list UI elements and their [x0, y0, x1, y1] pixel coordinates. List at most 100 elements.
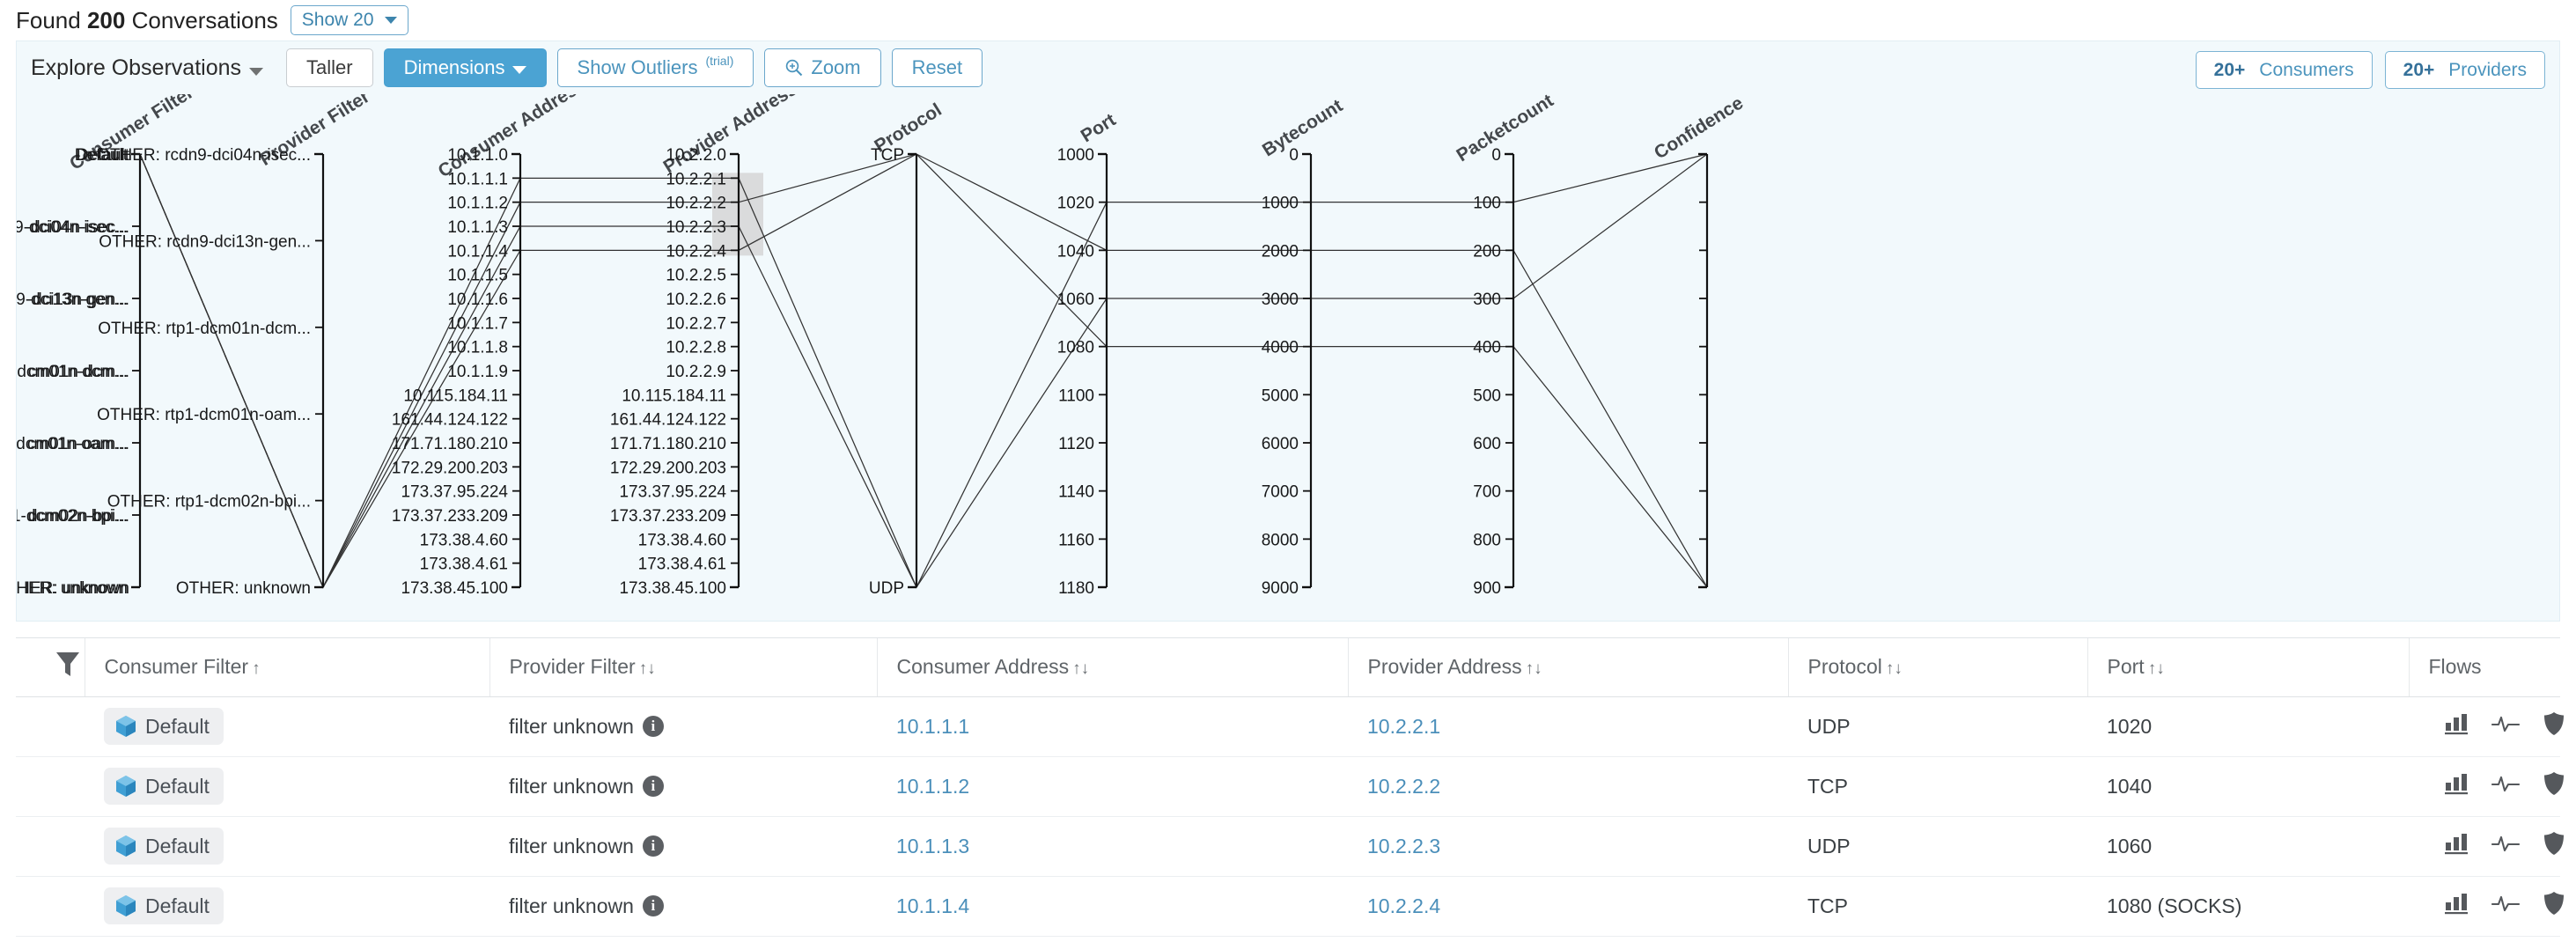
consumer-address-link[interactable]: 10.1.1.2	[896, 775, 969, 798]
cell-provider-address[interactable]: 10.2.2.3	[1348, 816, 1788, 877]
row-select-cell[interactable]	[16, 816, 85, 877]
shield-button[interactable]	[2543, 891, 2565, 921]
activity-button[interactable]	[2491, 833, 2521, 859]
table-row[interactable]: Default filter unknown i 10.1.1.4 10.2.2.4 TC…	[16, 876, 2564, 937]
shield-icon[interactable]	[2543, 831, 2565, 856]
provider-address-link[interactable]: 10.2.2.4	[1367, 894, 1440, 917]
shield-icon[interactable]	[2543, 711, 2565, 736]
column-header-consumer-address[interactable]: Consumer Address ↑↓	[877, 638, 1349, 697]
axis-tick-label: 1000	[1262, 195, 1299, 213]
axis-provider-address[interactable]: Provider Address10.2.2.0 10.2.2.1 10.2.2.2…	[610, 94, 801, 598]
data-line[interactable]	[139, 153, 1708, 589]
column-header-provider-filter[interactable]: Provider Filter ↑↓	[489, 638, 878, 697]
filter-column-header[interactable]	[16, 638, 85, 697]
activity-button[interactable]	[2491, 773, 2521, 799]
bar-chart-icon[interactable]	[2444, 712, 2469, 735]
cell-consumer-filter[interactable]: Default	[85, 816, 489, 877]
axis-protocol[interactable]: ProtocolTCPUDP	[869, 99, 946, 598]
bar-chart-icon[interactable]	[2444, 772, 2469, 795]
cell-provider-address[interactable]: 10.2.2.1	[1348, 696, 1788, 757]
cell-consumer-filter[interactable]: Default	[85, 756, 489, 817]
provider-address-link[interactable]: 10.2.2.3	[1367, 835, 1440, 857]
consumer-filter-badge[interactable]: Default	[104, 887, 224, 924]
shield-button[interactable]	[2543, 831, 2565, 861]
show-count-select[interactable]: Show 20	[290, 5, 408, 35]
axis-tick-label: OTHER: rtp1-dcm01n-dcm...	[98, 320, 311, 338]
column-header-provider-address[interactable]: Provider Address ↑↓	[1348, 638, 1789, 697]
bar-chart-button[interactable]	[2444, 772, 2469, 800]
table-row[interactable]: Default filter unknown i 10.1.1.1 10.2.2.1 UD…	[16, 696, 2564, 757]
table-row[interactable]: Default filter unknown i 10.1.1.2 10.2.2.2 TC…	[16, 756, 2564, 817]
shield-button[interactable]	[2543, 771, 2565, 801]
column-header-flows[interactable]: Flows	[2409, 638, 2560, 697]
activity-button[interactable]	[2491, 893, 2521, 919]
bar-chart-button[interactable]	[2444, 712, 2469, 740]
activity-pulse-icon[interactable]	[2491, 773, 2521, 794]
cell-consumer-address[interactable]: 10.1.1.2	[877, 756, 1348, 817]
cell-consumer-filter[interactable]: Default	[85, 876, 489, 937]
provider-address-link[interactable]: 10.2.2.2	[1367, 775, 1440, 798]
column-header-consumer-filter[interactable]: Consumer Filter ↑	[85, 638, 490, 697]
bar-chart-button[interactable]	[2444, 832, 2469, 860]
info-icon[interactable]: i	[642, 716, 664, 737]
consumers-pill[interactable]: 20+ Consumers	[2195, 51, 2373, 90]
data-line[interactable]	[139, 153, 1708, 589]
consumer-filter-badge[interactable]: Default	[104, 828, 224, 865]
show-outliers-button[interactable]: Show Outliers (trial)	[556, 48, 754, 88]
cell-provider-address[interactable]: 10.2.2.2	[1348, 756, 1788, 817]
consumer-address-link[interactable]: 10.1.1.3	[896, 835, 969, 857]
axis-provider-filter[interactable]: Provider FilterOTHER: rcdn9-dci04n-isec.…	[97, 94, 373, 598]
shield-button[interactable]	[2543, 711, 2565, 741]
column-label: Port	[2107, 655, 2145, 679]
axis-tick-label: 10.2.2.0	[666, 146, 726, 165]
axis-tick-label: 500	[1473, 386, 1501, 405]
info-icon[interactable]: i	[642, 895, 664, 916]
consumer-filter-badge[interactable]: Default	[104, 708, 224, 745]
info-icon[interactable]: i	[642, 835, 664, 857]
reset-button[interactable]: Reset	[891, 48, 983, 88]
consumer-filter-badge[interactable]: Default	[104, 768, 224, 805]
column-header-protocol[interactable]: Protocol ↑↓	[1788, 638, 2088, 697]
row-select-cell[interactable]	[16, 876, 85, 937]
shield-icon[interactable]	[2543, 771, 2565, 796]
cell-consumer-address[interactable]: 10.1.1.1	[877, 696, 1348, 757]
info-icon[interactable]: i	[642, 776, 664, 797]
cell-provider-address[interactable]: 10.2.2.4	[1348, 876, 1788, 937]
bar-chart-icon[interactable]	[2444, 832, 2469, 855]
activity-button[interactable]	[2491, 713, 2521, 740]
data-line[interactable]	[139, 153, 1708, 589]
zoom-button[interactable]: Zoom	[764, 48, 881, 88]
bar-chart-icon[interactable]	[2444, 892, 2469, 915]
axis-left-label: IER: unknown	[26, 579, 129, 598]
consumers-label: Consumers	[2259, 60, 2354, 80]
bar-chart-button[interactable]	[2444, 892, 2469, 920]
activity-pulse-icon[interactable]	[2491, 893, 2521, 914]
parallel-coordinates-chart[interactable]: Consumer FilterDefaultOTHER: rcdn9-dci04…	[17, 94, 2559, 621]
filter-icon[interactable]	[35, 651, 81, 684]
axis-consumer-address[interactable]: Consumer Address10.1.1.0 10.1.1.1 10.1.1.2…	[392, 94, 590, 598]
consumer-address-link[interactable]: 10.1.1.4	[896, 894, 969, 917]
axis-port[interactable]: Port1000 1020 1040 1060 1080 1100 1120 1140 1160…	[1057, 110, 1120, 598]
cell-consumer-address[interactable]: 10.1.1.4	[877, 876, 1348, 937]
cell-consumer-address[interactable]: 10.1.1.3	[877, 816, 1348, 877]
activity-pulse-icon[interactable]	[2491, 713, 2521, 734]
explore-observations-title[interactable]: Explore Observations	[31, 55, 264, 81]
data-line[interactable]	[139, 153, 1708, 589]
axis-tick-label: 1080	[1057, 339, 1094, 357]
consumer-address-link[interactable]: 10.1.1.1	[896, 715, 969, 738]
row-select-cell[interactable]	[16, 756, 85, 817]
row-select-cell[interactable]	[16, 696, 85, 757]
consumer-filter-label: Default	[145, 894, 210, 917]
activity-pulse-icon[interactable]	[2491, 833, 2521, 854]
provider-address-link[interactable]: 10.2.2.1	[1367, 715, 1440, 738]
table-row[interactable]: Default filter unknown i 10.1.1.3 10.2.2.3 UD…	[16, 816, 2564, 877]
shield-icon[interactable]	[2543, 891, 2565, 916]
parallel-coordinates-svg[interactable]: Consumer FilterDefaultOTHER: rcdn9-dci04…	[17, 94, 2561, 621]
providers-pill[interactable]: 20+ Providers	[2384, 51, 2545, 90]
column-header-port[interactable]: Port ↑↓	[2087, 638, 2410, 697]
cell-provider-filter: filter unknown i	[489, 816, 877, 877]
dimensions-button[interactable]: Dimensions	[383, 48, 547, 88]
taller-button[interactable]: Taller	[286, 48, 373, 88]
cell-consumer-filter[interactable]: Default	[85, 696, 489, 757]
axis-packetcount[interactable]: Packetcount0100200300400500600700800900	[1454, 94, 1557, 598]
